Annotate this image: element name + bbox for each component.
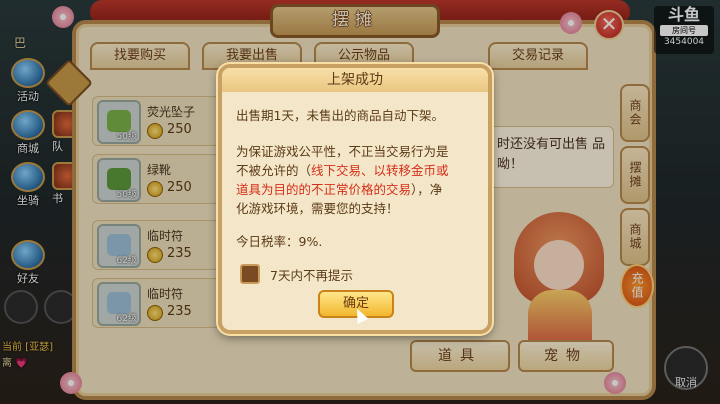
dialog-line: 不被允许的（线下交易、以转移金币或 [236,163,449,178]
dialog-line: 道具为目的的不正常价格的交易），净 [236,182,443,197]
game-screen: 巴 活动 商城 队 坐骑 书 好友 当前 [亚瑟] 离 💗 摆摊 ✕ 斗鱼 房间… [0,0,720,404]
checkbox-label: 7天内不再提示 [270,268,353,283]
dialog-line: 化游戏环境，需要您的支持！ [236,201,399,216]
dialog-title: 上架成功 [222,68,488,92]
listing-success-dialog: 上架成功 出售期1天，未售出的商品自动下架。 为保证游戏公平性，不正当交易行为是… [218,64,492,334]
dialog-line: 为保证游戏公平性，不正当交易行为是 [236,144,449,159]
tax-rate: 今日税率：9%. [236,234,323,249]
dialog-line: 出售期1天，未售出的商品自动下架。 [236,108,444,123]
dont-show-checkbox[interactable] [240,264,260,284]
